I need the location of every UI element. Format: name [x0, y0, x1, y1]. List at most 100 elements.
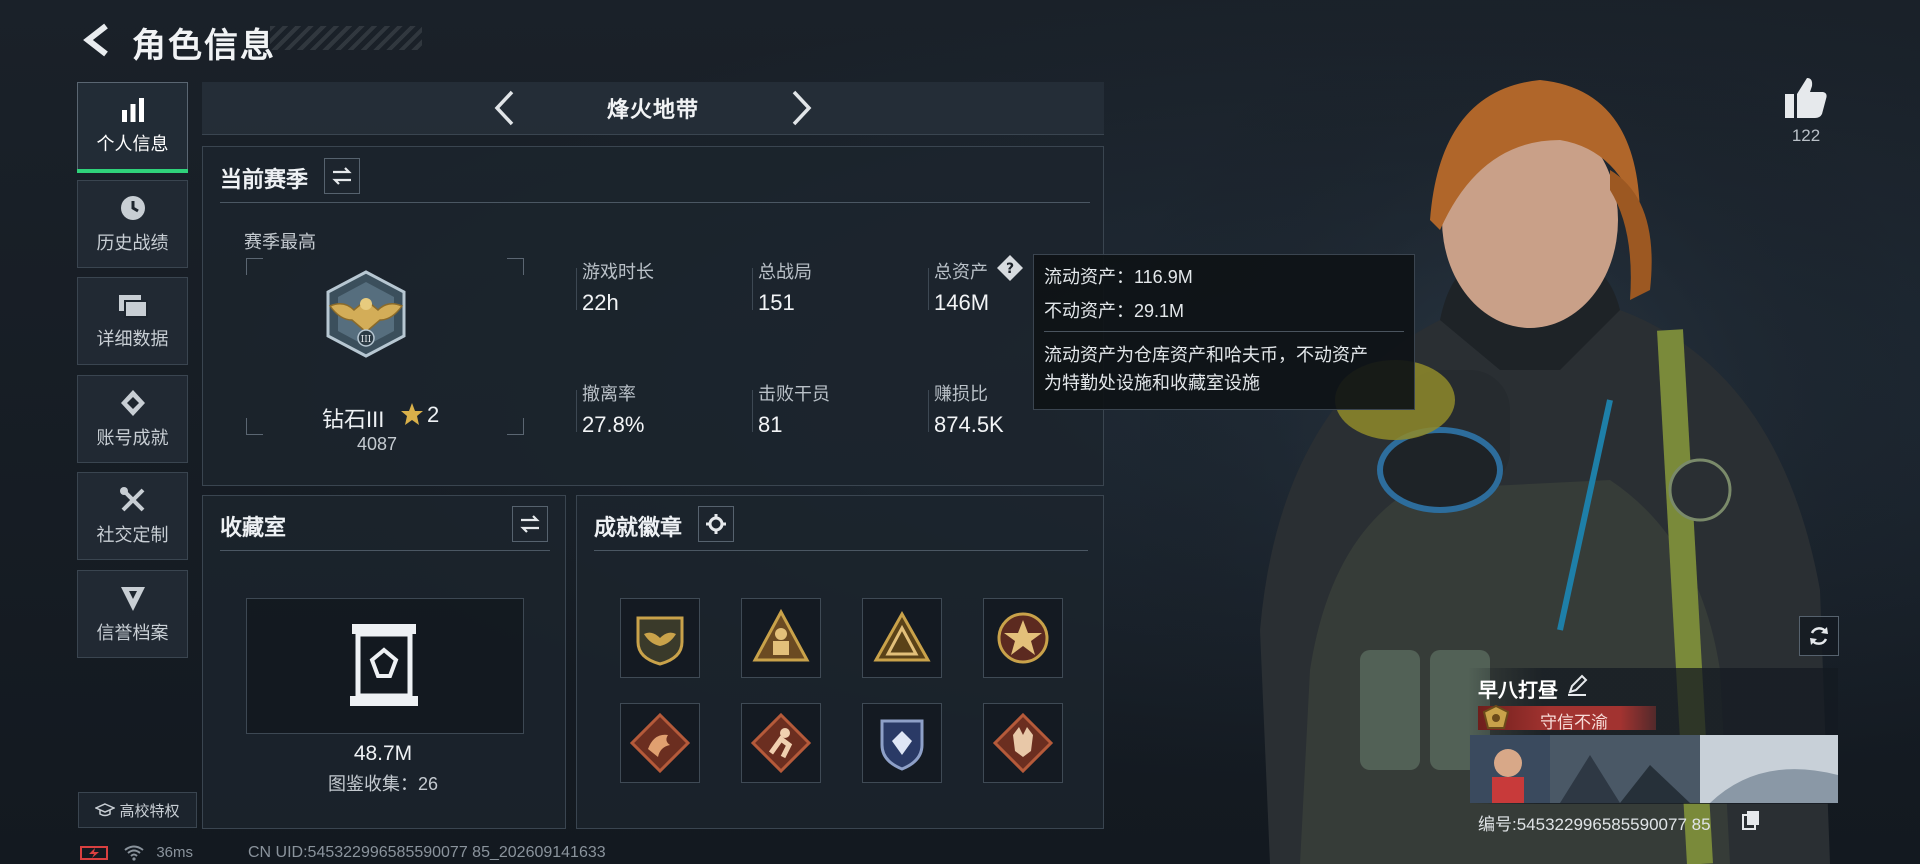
badge-slot[interactable]	[983, 703, 1063, 783]
help-icon[interactable]: ?	[996, 254, 1024, 287]
rank-stars: 2	[427, 402, 440, 427]
sidebar-item-details[interactable]: 详细数据	[77, 277, 188, 365]
thumbs-up-icon	[1785, 78, 1827, 118]
pyramid-badge-icon	[873, 610, 931, 662]
sidebar-item-label: 个人信息	[96, 134, 169, 154]
collection-value: 48.7M	[353, 742, 413, 765]
badge-slot[interactable]	[862, 598, 942, 678]
stat-value-extraction-rate: 27.8%	[582, 412, 645, 437]
stat-label-kills: 击败干员	[758, 384, 830, 404]
stat-label-matches: 总战局	[758, 262, 812, 282]
mode-prev-button[interactable]	[484, 86, 524, 130]
swap-icon	[520, 515, 540, 533]
stat-label-profit-ratio: 赚损比	[934, 384, 988, 404]
badge-slot[interactable]	[862, 703, 942, 783]
profile-banner-image	[1470, 735, 1838, 803]
reputation-medal-icon	[1482, 704, 1510, 737]
stat-value-kills: 81	[758, 412, 783, 437]
sidebar-item-label: 账号成就	[96, 428, 169, 448]
svg-text:?: ?	[1006, 261, 1014, 277]
refresh-icon	[1810, 627, 1828, 645]
like-count: 122	[1791, 126, 1821, 145]
diamond-shield-badge-icon	[880, 719, 924, 771]
sidebar-item-history[interactable]: 历史战绩	[77, 180, 188, 268]
divider	[220, 550, 550, 551]
stat-label-playtime: 游戏时长	[582, 262, 654, 282]
achievement-icon	[120, 390, 145, 416]
divider	[594, 550, 1088, 551]
svg-text:III: III	[361, 335, 372, 345]
back-arrow-icon	[83, 23, 108, 57]
badge-slot[interactable]	[741, 598, 821, 678]
title-decoration	[270, 26, 422, 50]
sidebar-item-label: 详细数据	[96, 329, 169, 349]
player-id: 编号:545322996585590077 85	[1478, 815, 1711, 834]
player-nickname: 早八打昼	[1478, 680, 1558, 702]
badge-slot[interactable]	[620, 703, 700, 783]
collection-switch-button[interactable]	[512, 506, 548, 542]
tooltip-description-line1: 流动资产为仓库资产和哈夫币，不动资产	[1044, 345, 1368, 365]
frame-corner	[246, 258, 263, 275]
graduation-cap-icon	[95, 803, 116, 817]
like-button[interactable]	[1783, 76, 1829, 120]
folder-icon	[118, 295, 148, 318]
collection-title: 收藏室	[220, 515, 287, 540]
stat-divider	[752, 390, 753, 432]
stat-value-profit-ratio: 874.5K	[934, 412, 1004, 437]
uid-text: CN UID:545322996585590077 85_20260914163…	[248, 844, 606, 861]
badge-slot[interactable]	[983, 598, 1063, 678]
sidebar-item-reputation[interactable]: 信誉档案	[77, 570, 188, 658]
battery-charging-icon	[80, 846, 108, 861]
assets-tooltip: 流动资产：116.9M 不动资产：29.1M 流动资产为仓库资产和哈夫币，不动资…	[1033, 254, 1415, 410]
rank-score: 4087	[357, 434, 398, 454]
rank-emblem-icon: III	[320, 268, 412, 360]
season-best-label: 赛季最高	[244, 232, 316, 252]
soldier-badge-icon	[752, 608, 810, 662]
clock-icon	[120, 196, 145, 220]
badges-settings-button[interactable]	[698, 506, 734, 542]
stat-value-playtime: 22h	[582, 290, 619, 315]
back-button[interactable]	[78, 20, 114, 60]
frame-corner	[507, 258, 524, 275]
rank-star-icon	[400, 402, 424, 431]
campus-privilege-label: 高校特权	[119, 802, 180, 820]
bar-chart-icon	[121, 98, 144, 122]
tooltip-fixed-assets: 不动资产：29.1M	[1044, 301, 1185, 321]
stat-divider	[576, 390, 577, 432]
frame-corner	[246, 418, 263, 435]
sidebar-item-label: 社交定制	[96, 525, 169, 545]
season-switch-button[interactable]	[324, 158, 360, 194]
divider	[220, 202, 1090, 203]
stat-divider	[576, 268, 577, 310]
runner-badge-icon	[751, 713, 811, 773]
eagle-badge-icon	[636, 616, 684, 666]
stat-divider	[928, 390, 929, 432]
sidebar-item-achievements[interactable]: 账号成就	[77, 375, 188, 463]
pencil-icon	[1568, 674, 1588, 696]
stat-divider	[928, 268, 929, 310]
shield-icon	[120, 587, 145, 611]
gear-icon	[706, 514, 726, 534]
campus-privilege-button[interactable]: 高校特权	[78, 792, 197, 828]
mode-next-button[interactable]	[782, 86, 822, 130]
badge-slot[interactable]	[741, 703, 821, 783]
collection-catalog: 图鉴收集：26	[327, 774, 439, 794]
ping-value: 36ms	[156, 844, 194, 861]
badge-slot[interactable]	[620, 598, 700, 678]
badges-title: 成就徽章	[594, 515, 683, 540]
page-title: 角色信息	[132, 27, 276, 65]
tools-icon	[119, 487, 144, 512]
refresh-button[interactable]	[1799, 616, 1839, 656]
frame-corner	[507, 418, 524, 435]
copy-id-button[interactable]	[1742, 810, 1760, 835]
tooltip-liquid-assets: 流动资产：116.9M	[1044, 267, 1193, 287]
edit-name-button[interactable]	[1566, 674, 1588, 701]
chevron-left-icon	[494, 90, 514, 126]
rank-name: 钻石III	[322, 407, 385, 432]
sidebar-item-personal-info[interactable]: 个人信息	[77, 82, 188, 173]
sidebar-item-social[interactable]: 社交定制	[77, 472, 188, 560]
divider	[1044, 331, 1404, 332]
status-bar: 36ms	[80, 844, 193, 861]
reputation-title: 守信不渝	[1540, 713, 1608, 732]
wifi-icon	[124, 845, 144, 861]
